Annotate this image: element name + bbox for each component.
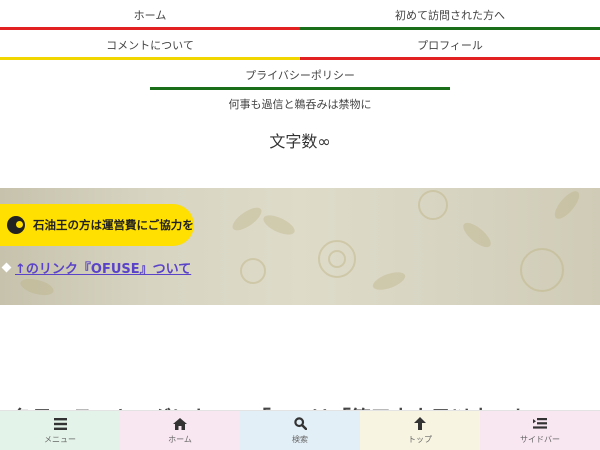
nav-item-privacy-policy[interactable]: プライバシーポリシー xyxy=(150,60,450,90)
nav-row-3: プライバシーポリシー xyxy=(0,60,600,90)
bottom-home-button[interactable]: ホーム xyxy=(120,411,240,450)
search-icon xyxy=(293,417,307,431)
nav-item-home-label: ホーム xyxy=(133,9,167,22)
banner-flower-ornament xyxy=(328,250,346,268)
nav-item-profile[interactable]: プロフィール xyxy=(300,30,600,60)
site-title[interactable]: 文字数∞ xyxy=(0,122,600,162)
nav-item-first-visit[interactable]: 初めて訪問された方へ xyxy=(300,0,600,30)
bottom-menu-button[interactable]: メニュー xyxy=(0,411,120,450)
ofuse-info-row: ↑のリンク『OFUSE』ついて xyxy=(1,258,191,277)
banner-leaf-ornament xyxy=(370,268,408,294)
bottom-sidebar-label: サイドバー xyxy=(520,434,560,444)
banner-flower-ornament xyxy=(418,190,448,220)
ofuse-info-link[interactable]: ↑のリンク『OFUSE』ついて xyxy=(15,258,191,277)
banner-leaf-ornament xyxy=(550,188,584,223)
nav-item-profile-label: プロフィール xyxy=(417,39,483,52)
nav-item-home[interactable]: ホーム xyxy=(0,0,300,30)
banner-leaf-ornament xyxy=(459,218,495,252)
banner-leaf-ornament xyxy=(18,275,56,299)
nav-item-comments[interactable]: コメントについて xyxy=(0,30,300,60)
header-banner: 石油王の方は運営費にご協力を ↑のリンク『OFUSE』ついて xyxy=(0,188,600,305)
ofuse-logo-icon xyxy=(7,216,25,234)
nav-item-comments-label: コメントについて xyxy=(106,39,194,52)
bottom-menu-label: メニュー xyxy=(44,434,76,444)
nav-row-1: ホーム 初めて訪問された方へ xyxy=(0,0,600,30)
bottom-search-label: 検索 xyxy=(292,434,308,444)
bottom-nav-bar: メニュー ホーム 検索 トップ サイドバー xyxy=(0,410,600,450)
site-tagline: 何事も過信と鵜呑みは禁物に xyxy=(228,98,372,111)
banner-flower-ornament xyxy=(520,248,564,292)
ofuse-support-label: 石油王の方は運営費にご協力を xyxy=(33,218,194,232)
ofuse-support-button[interactable]: 石油王の方は運営費にご協力を xyxy=(0,204,194,246)
nav-underline-privacy-policy xyxy=(150,87,450,90)
nav-row-2: コメントについて プロフィール xyxy=(0,30,600,60)
banner-leaf-ornament xyxy=(229,203,265,235)
banner-flower-ornament xyxy=(240,258,266,284)
nav-item-first-visit-label: 初めて訪問された方へ xyxy=(395,9,505,22)
bottom-search-button[interactable]: 検索 xyxy=(240,411,360,450)
bottom-top-label: トップ xyxy=(408,434,432,444)
sidebar-icon xyxy=(533,417,547,431)
bottom-top-button[interactable]: トップ xyxy=(360,411,480,450)
diamond-bullet-icon xyxy=(1,262,12,273)
arrow-up-icon xyxy=(414,417,426,431)
home-icon xyxy=(173,417,187,431)
bottom-home-label: ホーム xyxy=(168,434,192,444)
banner-leaf-ornament xyxy=(260,211,298,239)
bottom-sidebar-button[interactable]: サイドバー xyxy=(480,411,600,450)
nav-item-privacy-policy-label: プライバシーポリシー xyxy=(245,69,355,82)
menu-icon xyxy=(53,417,67,431)
